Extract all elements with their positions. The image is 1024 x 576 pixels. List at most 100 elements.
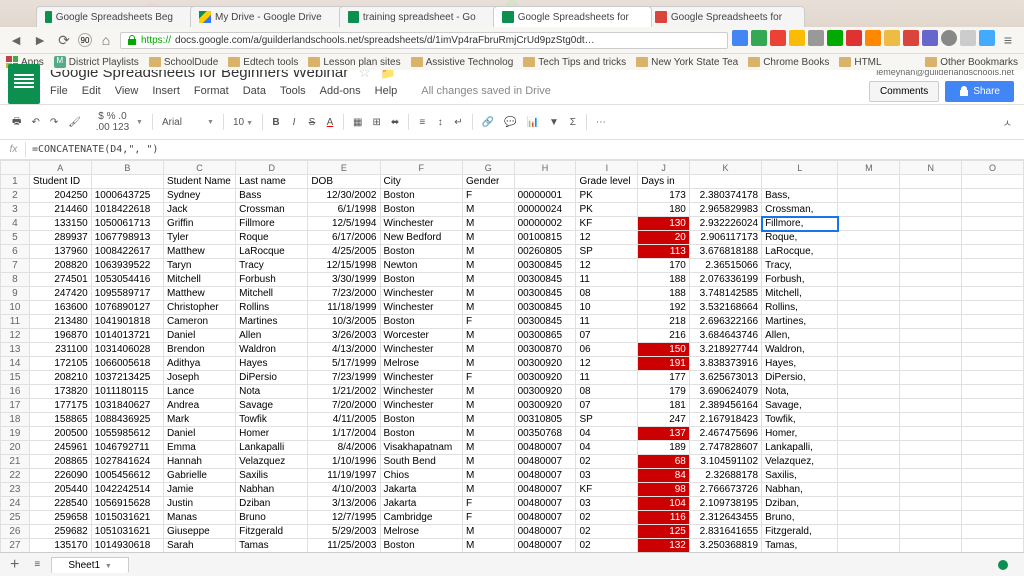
cell[interactable]: PK — [576, 189, 638, 203]
cell[interactable]: Nota — [236, 385, 308, 399]
cell[interactable]: 1015031621 — [91, 511, 163, 525]
cell[interactable]: Christopher — [163, 301, 235, 315]
row-header[interactable]: 6 — [1, 245, 30, 259]
cell[interactable]: Boston — [380, 203, 463, 217]
cell[interactable]: Cameron — [163, 315, 235, 329]
cell[interactable]: 214460 — [29, 203, 91, 217]
cell[interactable]: 02 — [576, 525, 638, 539]
row-header[interactable]: 25 — [1, 511, 30, 525]
cell[interactable]: Worcester — [380, 329, 463, 343]
cell[interactable]: 205440 — [29, 483, 91, 497]
cell[interactable]: 00300845 — [514, 287, 576, 301]
cell[interactable]: Jack — [163, 203, 235, 217]
cell[interactable] — [962, 511, 1024, 525]
cell[interactable]: 245961 — [29, 441, 91, 455]
cell[interactable]: 1/10/1996 — [308, 455, 380, 469]
row-header[interactable]: 24 — [1, 497, 30, 511]
undo-icon[interactable]: ↶ — [27, 115, 43, 130]
bookmark-item[interactable]: Assistive Technolog — [411, 57, 514, 68]
cell[interactable]: Hayes, — [762, 357, 838, 371]
cell[interactable]: DOB — [308, 175, 380, 189]
cell[interactable] — [962, 343, 1024, 357]
cell[interactable]: 189 — [638, 441, 690, 455]
cell[interactable]: Mitchell — [236, 287, 308, 301]
cell[interactable]: 00480007 — [514, 483, 576, 497]
cell[interactable]: Boston — [380, 427, 463, 441]
cell[interactable]: Hayes — [236, 357, 308, 371]
cell[interactable]: 1055985612 — [91, 427, 163, 441]
nav-forward[interactable]: ► — [30, 30, 50, 50]
cell[interactable]: M — [463, 357, 515, 371]
ext-icon-1[interactable] — [732, 30, 748, 46]
row-header[interactable]: 9 — [1, 287, 30, 301]
cell[interactable]: Winchester — [380, 343, 463, 357]
row-header[interactable]: 16 — [1, 385, 30, 399]
menu-data[interactable]: Data — [243, 85, 266, 97]
cell[interactable]: 2.932226024 — [689, 217, 761, 231]
cell[interactable]: 1088436925 — [91, 413, 163, 427]
col-header[interactable]: K — [689, 161, 761, 175]
col-header[interactable]: L — [762, 161, 838, 175]
sheets-logo[interactable] — [8, 64, 40, 104]
add-sheet-button[interactable]: + — [6, 556, 23, 574]
cell[interactable]: Newton — [380, 259, 463, 273]
cell[interactable] — [962, 259, 1024, 273]
cell[interactable]: Savage — [236, 399, 308, 413]
cell[interactable]: Savage, — [762, 399, 838, 413]
font-size[interactable]: 10▼ — [229, 115, 257, 130]
cell[interactable]: 2.32688178 — [689, 469, 761, 483]
cell[interactable]: Nota, — [762, 385, 838, 399]
cell[interactable]: KF — [576, 483, 638, 497]
cell[interactable]: Allen — [236, 329, 308, 343]
cell[interactable]: 1046792711 — [91, 441, 163, 455]
sheet-tab[interactable]: Sheet1 ▼ — [51, 557, 128, 573]
row-header[interactable]: 7 — [1, 259, 30, 273]
cell[interactable]: 2.766673726 — [689, 483, 761, 497]
cell[interactable]: 11 — [576, 371, 638, 385]
cell[interactable]: M — [463, 217, 515, 231]
cell[interactable]: 218 — [638, 315, 690, 329]
cell[interactable]: Bass — [236, 189, 308, 203]
ext-icon-6[interactable] — [827, 30, 843, 46]
row-header[interactable]: 23 — [1, 483, 30, 497]
cell[interactable] — [900, 413, 962, 427]
cell[interactable]: Chios — [380, 469, 463, 483]
cell[interactable] — [838, 273, 900, 287]
cell[interactable]: 180 — [638, 203, 690, 217]
cell[interactable] — [900, 427, 962, 441]
cell[interactable]: 00300920 — [514, 399, 576, 413]
cell[interactable]: 11 — [576, 315, 638, 329]
cell[interactable] — [900, 455, 962, 469]
collapse-toolbar-icon[interactable]: ㅅ — [999, 113, 1016, 132]
cell[interactable]: 7/23/1999 — [308, 371, 380, 385]
cell[interactable]: 00480007 — [514, 511, 576, 525]
cell[interactable] — [838, 343, 900, 357]
cell[interactable]: M — [463, 483, 515, 497]
cell[interactable] — [900, 539, 962, 553]
cell[interactable]: 20 — [638, 231, 690, 245]
cell[interactable] — [838, 329, 900, 343]
cell[interactable]: Homer — [236, 427, 308, 441]
ext-icon-8[interactable] — [865, 30, 881, 46]
row-header[interactable]: 20 — [1, 441, 30, 455]
cell[interactable] — [962, 497, 1024, 511]
cell[interactable]: 00000001 — [514, 189, 576, 203]
cell[interactable]: Nabhan — [236, 483, 308, 497]
cell[interactable]: 137 — [638, 427, 690, 441]
cell[interactable]: 133150 — [29, 217, 91, 231]
cell[interactable]: F — [463, 511, 515, 525]
cell[interactable] — [838, 371, 900, 385]
cell[interactable]: 1041901818 — [91, 315, 163, 329]
cell[interactable] — [962, 539, 1024, 553]
cell[interactable]: 1076890127 — [91, 301, 163, 315]
cell[interactable]: 208865 — [29, 455, 91, 469]
cell[interactable]: 208210 — [29, 371, 91, 385]
cell[interactable]: 11 — [576, 273, 638, 287]
browser-menu[interactable]: ≡ — [998, 30, 1018, 50]
cell[interactable]: 177175 — [29, 399, 91, 413]
cell[interactable]: 2.747828607 — [689, 441, 761, 455]
row-header[interactable]: 21 — [1, 455, 30, 469]
cell[interactable]: Cambridge — [380, 511, 463, 525]
cell[interactable]: Boston — [380, 413, 463, 427]
font-select[interactable]: Arial▼ — [158, 115, 218, 130]
